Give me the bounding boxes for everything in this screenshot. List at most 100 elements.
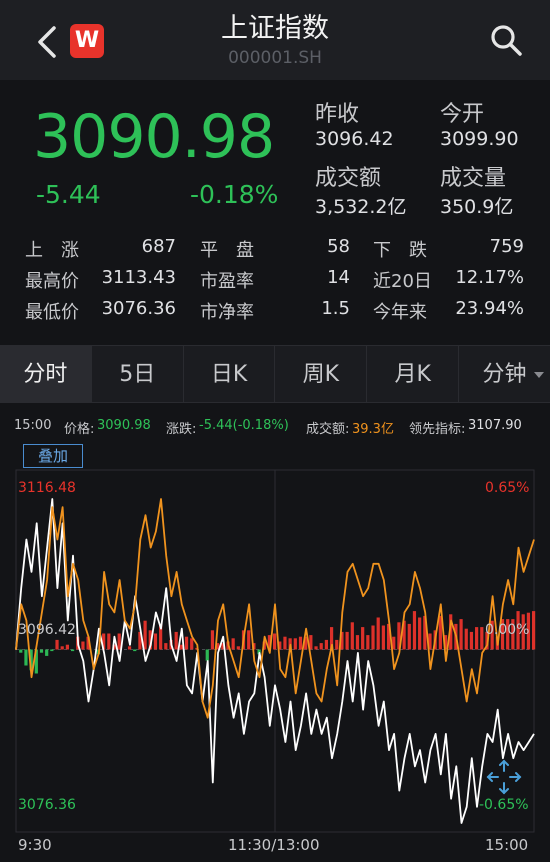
volume-bar	[298, 636, 303, 650]
info-price: 3090.98	[97, 418, 151, 433]
volume-bar	[231, 638, 235, 650]
tab-minute[interactable]: 分钟	[459, 346, 550, 402]
pct-label-max: 0.65%	[485, 480, 530, 496]
volume-bar	[210, 630, 215, 650]
info-amount: 39.3亿	[352, 422, 394, 437]
volume-bar	[45, 649, 49, 656]
info-price-label: 价格:	[64, 422, 95, 437]
x-label-open: 9:30	[18, 836, 52, 854]
volume-bar	[60, 646, 64, 650]
pb-label: 市净率	[200, 302, 254, 323]
intraday-chart[interactable]	[0, 440, 550, 862]
tab-intraday[interactable]: 分时	[0, 346, 92, 402]
info-lead: 3107.90	[468, 418, 522, 433]
volume-bar	[376, 617, 380, 650]
volume-bar	[324, 639, 328, 650]
fullscreen-move-icon[interactable]	[484, 757, 524, 797]
volume-bar	[355, 635, 360, 650]
down-count-label: 下 跌	[373, 240, 427, 261]
info-lead-label: 领先指标:	[409, 422, 466, 437]
overlay-button[interactable]: 叠加	[23, 444, 83, 468]
volume-bar	[164, 643, 168, 650]
flat-count-value: 58	[327, 236, 350, 257]
high-label: 最高价	[25, 271, 79, 292]
volume-bar	[345, 631, 349, 650]
low-value: 3076.36	[101, 298, 176, 319]
turnover-label: 成交额	[315, 166, 382, 191]
tab-monthly-k[interactable]: 月K	[367, 346, 460, 402]
search-icon[interactable]	[488, 22, 524, 58]
volume-bar	[283, 636, 287, 650]
volume-label: 成交量	[440, 166, 507, 191]
volume-bar	[418, 617, 422, 650]
price-change-pct: -0.18%	[190, 180, 279, 209]
volume-bar	[174, 631, 178, 650]
info-time: 15:00	[14, 418, 52, 433]
y-label-max: 3116.48	[18, 480, 76, 496]
open-value: 3099.90	[440, 128, 519, 150]
pct-label-zero: 0.00%	[485, 622, 530, 638]
up-count-label: 上 涨	[25, 240, 79, 261]
volume-bar	[117, 633, 121, 650]
prev-close-label: 昨收	[315, 102, 360, 127]
volume-bar	[350, 622, 354, 650]
volume-bar	[19, 649, 23, 653]
volume-bar	[480, 627, 484, 650]
volume-bar	[184, 636, 189, 650]
tab-weekly-k[interactable]: 周K	[275, 346, 368, 402]
volume-bar	[127, 646, 132, 650]
d20-value: 12.17%	[455, 267, 524, 288]
period-tabs: 分时 5日 日K 周K 月K 分钟	[0, 345, 550, 403]
tab-minute-label: 分钟	[482, 362, 527, 387]
volume-bar	[205, 649, 209, 661]
volume-bar	[381, 625, 385, 650]
volume-bar	[65, 644, 69, 650]
volume-bar	[469, 631, 474, 650]
volume-bar	[532, 611, 536, 650]
volume-bar	[50, 649, 54, 652]
volume-bar	[273, 633, 277, 650]
low-label: 最低价	[25, 302, 79, 323]
page-title: 上证指数	[221, 13, 329, 44]
volume-bar	[371, 625, 375, 650]
open-label: 今开	[440, 102, 485, 127]
volume-bar	[459, 619, 463, 650]
volume-value: 350.9亿	[440, 196, 514, 218]
volume-bar	[361, 627, 365, 650]
pb-value: 1.5	[321, 298, 350, 319]
volume-bar	[24, 649, 28, 666]
y-label-min: 3076.36	[18, 797, 76, 813]
volume-bar	[407, 623, 411, 650]
flat-count-label: 平 盘	[200, 240, 254, 261]
last-price: 3090.98	[33, 102, 275, 172]
chart-info-bar: 15:00 价格: 3090.98 涨跌: -5.44(-0.18%) 成交额:…	[0, 414, 550, 438]
volume-bar	[133, 649, 137, 652]
d20-label: 近20日	[373, 271, 432, 292]
volume-bar	[247, 630, 251, 650]
ytd-value: 23.94%	[455, 298, 524, 319]
down-count-value: 759	[489, 236, 524, 257]
y-label-base: 3096.42	[18, 622, 76, 638]
tab-5day[interactable]: 5日	[92, 346, 184, 402]
volume-bar	[366, 635, 370, 650]
x-label-midday: 11:30/13:00	[228, 836, 320, 854]
volume-bar	[143, 620, 147, 650]
info-change-label: 涨跌:	[166, 422, 197, 437]
volume-bar	[190, 638, 194, 650]
pct-label-min: -0.65%	[479, 797, 529, 813]
turnover-value: 3,532.2亿	[315, 196, 407, 218]
volume-bar	[412, 611, 417, 650]
volume-bar	[314, 646, 318, 650]
ytd-label: 今年来	[373, 302, 427, 323]
high-value: 3113.43	[101, 267, 176, 288]
caret-down-icon	[533, 372, 544, 378]
info-change: -5.44(-0.18%)	[199, 418, 289, 433]
volume-bar	[153, 633, 158, 650]
volume-bar	[236, 646, 240, 650]
tab-daily-k[interactable]: 日K	[184, 346, 276, 402]
volume-bar	[475, 627, 479, 650]
volume-bar	[107, 633, 111, 650]
pe-value: 14	[327, 267, 350, 288]
price-change: -5.44	[36, 180, 101, 209]
app-header: W 上证指数 000001.SH	[0, 0, 550, 80]
